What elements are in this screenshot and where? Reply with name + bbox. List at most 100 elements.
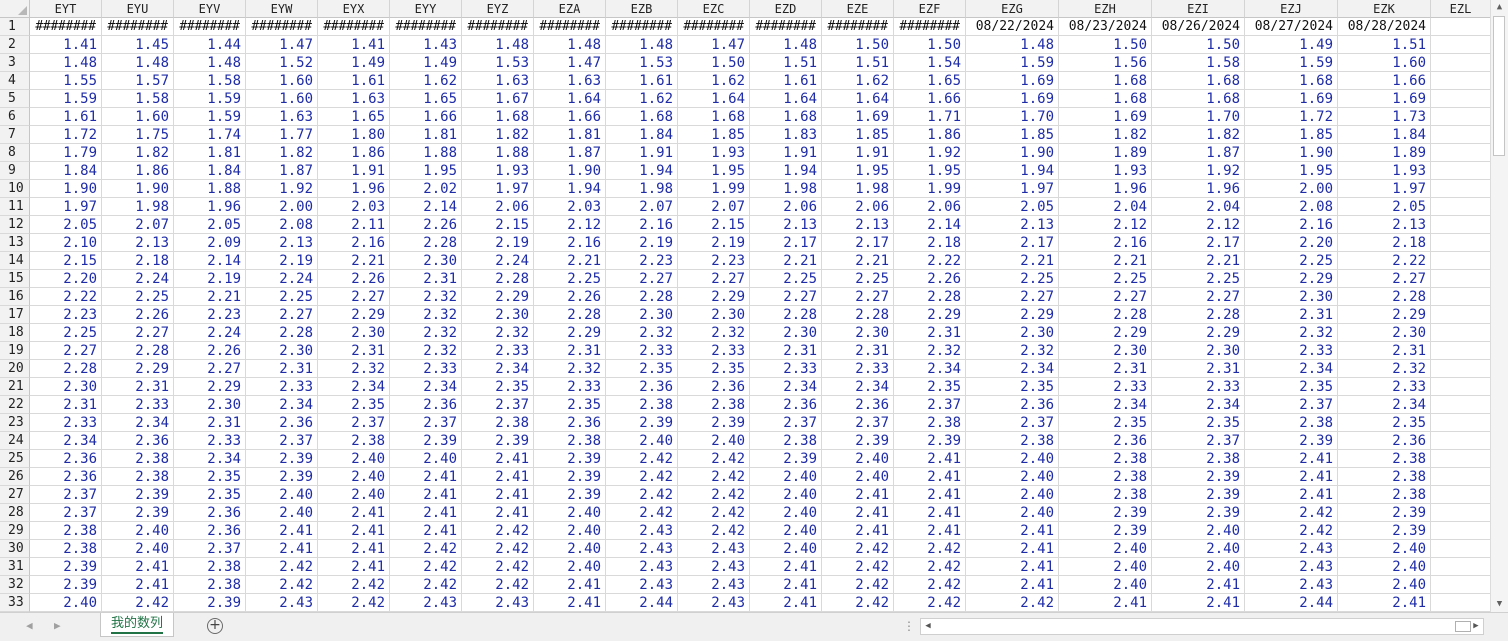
row-header[interactable]: 19 bbox=[0, 342, 30, 360]
data-cell[interactable]: 2.42 bbox=[894, 558, 966, 576]
row-header[interactable]: 2 bbox=[0, 36, 30, 54]
data-cell[interactable]: 2.40 bbox=[966, 468, 1059, 486]
data-cell[interactable]: 1.71 bbox=[894, 108, 966, 126]
data-cell[interactable]: 2.33 bbox=[102, 396, 174, 414]
data-cell[interactable]: 2.40 bbox=[750, 468, 822, 486]
data-cell[interactable]: 1.61 bbox=[30, 108, 102, 126]
data-cell[interactable]: 2.36 bbox=[174, 522, 246, 540]
data-cell[interactable]: 2.41 bbox=[246, 522, 318, 540]
data-cell[interactable]: 2.35 bbox=[678, 360, 750, 378]
data-cell[interactable]: 2.36 bbox=[534, 414, 606, 432]
data-cell[interactable]: 2.38 bbox=[174, 558, 246, 576]
data-cell[interactable]: 2.32 bbox=[1338, 360, 1431, 378]
data-cell[interactable]: 2.42 bbox=[1245, 504, 1338, 522]
data-cell[interactable]: 2.32 bbox=[894, 342, 966, 360]
data-cell[interactable]: 2.39 bbox=[246, 450, 318, 468]
data-cell[interactable]: 2.17 bbox=[822, 234, 894, 252]
data-cell[interactable]: 2.43 bbox=[1245, 558, 1338, 576]
data-cell[interactable]: 1.97 bbox=[30, 198, 102, 216]
data-cell[interactable]: 2.33 bbox=[462, 342, 534, 360]
data-cell[interactable]: 2.30 bbox=[606, 306, 678, 324]
data-cell[interactable]: 2.43 bbox=[678, 540, 750, 558]
data-cell[interactable]: 2.29 bbox=[1152, 324, 1245, 342]
row-header[interactable]: 33 bbox=[0, 594, 30, 612]
data-cell[interactable]: 1.63 bbox=[318, 90, 390, 108]
data-cell[interactable]: 2.41 bbox=[1245, 468, 1338, 486]
data-cell[interactable]: 2.25 bbox=[102, 288, 174, 306]
data-cell[interactable]: 2.16 bbox=[1245, 216, 1338, 234]
data-cell[interactable] bbox=[1431, 306, 1490, 324]
data-cell[interactable]: 2.06 bbox=[822, 198, 894, 216]
data-cell[interactable]: 1.49 bbox=[318, 54, 390, 72]
data-cell[interactable]: 1.87 bbox=[534, 144, 606, 162]
data-cell[interactable]: 2.38 bbox=[1059, 468, 1152, 486]
data-cell[interactable]: 2.31 bbox=[1059, 360, 1152, 378]
data-cell[interactable]: 2.41 bbox=[102, 558, 174, 576]
data-cell[interactable]: 2.40 bbox=[678, 432, 750, 450]
data-cell[interactable]: 2.30 bbox=[318, 324, 390, 342]
data-cell[interactable]: 2.15 bbox=[678, 216, 750, 234]
data-cell[interactable]: 2.37 bbox=[966, 414, 1059, 432]
data-cell[interactable]: 1.96 bbox=[1059, 180, 1152, 198]
column-header[interactable]: EZJ bbox=[1245, 0, 1338, 18]
data-cell[interactable]: 2.42 bbox=[894, 540, 966, 558]
data-cell[interactable]: 1.90 bbox=[966, 144, 1059, 162]
data-cell[interactable]: 2.34 bbox=[30, 432, 102, 450]
data-cell[interactable]: 2.24 bbox=[462, 252, 534, 270]
data-cell[interactable]: 2.32 bbox=[390, 306, 462, 324]
data-cell[interactable]: 2.43 bbox=[606, 558, 678, 576]
data-cell[interactable]: 2.40 bbox=[534, 540, 606, 558]
data-cell[interactable]: 2.35 bbox=[1245, 378, 1338, 396]
data-cell[interactable]: 2.25 bbox=[30, 324, 102, 342]
data-cell[interactable]: 2.39 bbox=[174, 594, 246, 612]
data-cell[interactable]: 2.30 bbox=[390, 252, 462, 270]
data-cell[interactable] bbox=[1431, 576, 1490, 594]
data-cell[interactable]: 2.25 bbox=[1152, 270, 1245, 288]
data-cell[interactable]: 2.43 bbox=[1245, 576, 1338, 594]
data-cell[interactable]: 2.40 bbox=[534, 504, 606, 522]
data-cell[interactable] bbox=[1431, 108, 1490, 126]
data-cell[interactable]: 2.12 bbox=[1152, 216, 1245, 234]
data-cell[interactable]: 2.33 bbox=[678, 342, 750, 360]
data-cell[interactable]: 2.15 bbox=[462, 216, 534, 234]
data-cell[interactable]: 2.28 bbox=[390, 234, 462, 252]
data-cell[interactable]: 2.23 bbox=[30, 306, 102, 324]
data-cell[interactable]: 2.27 bbox=[606, 270, 678, 288]
data-cell[interactable]: 2.18 bbox=[1338, 234, 1431, 252]
data-cell[interactable]: 2.23 bbox=[606, 252, 678, 270]
data-cell[interactable]: 2.35 bbox=[318, 396, 390, 414]
data-cell[interactable]: 2.39 bbox=[1059, 522, 1152, 540]
data-cell[interactable]: 1.62 bbox=[678, 72, 750, 90]
data-cell[interactable]: 2.41 bbox=[462, 450, 534, 468]
data-cell[interactable]: 1.69 bbox=[966, 72, 1059, 90]
data-cell[interactable]: 2.31 bbox=[102, 378, 174, 396]
data-cell[interactable]: 1.90 bbox=[30, 180, 102, 198]
data-cell[interactable]: 2.37 bbox=[30, 486, 102, 504]
data-cell[interactable]: 1.98 bbox=[750, 180, 822, 198]
data-cell[interactable] bbox=[1431, 180, 1490, 198]
data-cell[interactable]: 2.41 bbox=[894, 468, 966, 486]
data-cell[interactable]: 2.27 bbox=[1152, 288, 1245, 306]
data-cell[interactable]: 2.40 bbox=[822, 450, 894, 468]
data-cell[interactable]: 2.28 bbox=[30, 360, 102, 378]
data-cell[interactable]: 1.57 bbox=[102, 72, 174, 90]
data-cell[interactable]: 2.38 bbox=[1338, 450, 1431, 468]
column-header[interactable]: EYY bbox=[390, 0, 462, 18]
data-cell[interactable]: 2.40 bbox=[966, 486, 1059, 504]
column-header[interactable]: EYZ bbox=[462, 0, 534, 18]
data-cell[interactable]: 1.96 bbox=[318, 180, 390, 198]
triangle-right-icon[interactable]: ▶ bbox=[1469, 619, 1483, 634]
data-cell[interactable]: 1.91 bbox=[750, 144, 822, 162]
data-cell[interactable]: 2.41 bbox=[750, 558, 822, 576]
column-header[interactable]: EZI bbox=[1152, 0, 1245, 18]
data-cell[interactable]: 1.95 bbox=[1245, 162, 1338, 180]
data-cell[interactable]: 2.16 bbox=[318, 234, 390, 252]
data-cell[interactable]: 2.41 bbox=[390, 504, 462, 522]
data-cell[interactable]: 1.41 bbox=[318, 36, 390, 54]
data-cell[interactable]: 2.19 bbox=[462, 234, 534, 252]
data-cell[interactable]: 2.37 bbox=[822, 414, 894, 432]
data-cell[interactable]: 2.28 bbox=[606, 288, 678, 306]
data-cell[interactable]: 2.42 bbox=[606, 468, 678, 486]
data-cell[interactable]: 1.91 bbox=[606, 144, 678, 162]
row-header[interactable]: 26 bbox=[0, 468, 30, 486]
